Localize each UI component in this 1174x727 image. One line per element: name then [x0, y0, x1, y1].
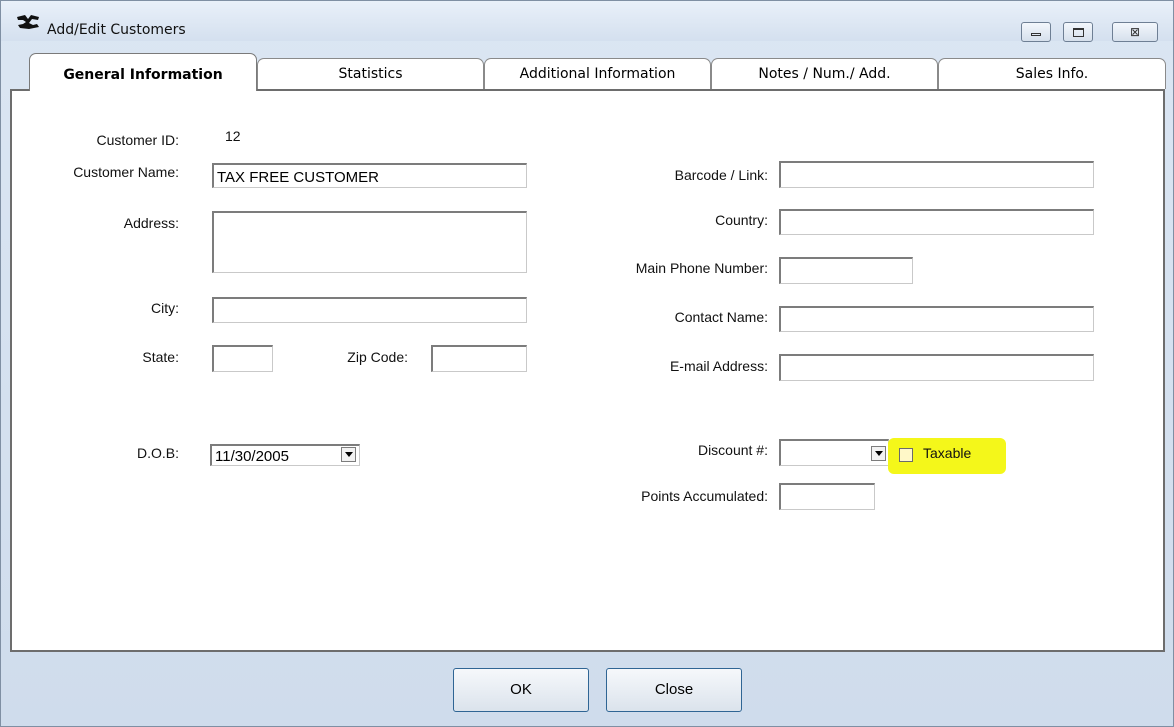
minimize-button[interactable] — [1021, 22, 1051, 42]
close-button[interactable]: Close — [606, 668, 742, 712]
dob-label: D.O.B: — [136, 445, 179, 461]
address-label: Address: — [123, 215, 179, 231]
address-input[interactable] — [212, 211, 527, 273]
barcode-link-input[interactable] — [779, 161, 1094, 188]
dob-value: 11/30/2005 — [215, 448, 289, 465]
discount-label: Discount #: — [697, 442, 768, 458]
app-logo-icon — [17, 15, 39, 29]
title-bar: Add/Edit Customers ⊠ — [1, 1, 1173, 42]
minimize-icon — [1031, 33, 1041, 36]
email-address-input[interactable] — [779, 354, 1094, 381]
dob-date-picker[interactable]: 11/30/2005 — [210, 444, 360, 466]
points-accumulated-label: Points Accumulated: — [641, 488, 768, 504]
customer-id-value: 12 — [225, 128, 241, 144]
tab-additional-information[interactable]: Additional Information — [484, 58, 711, 89]
zip-code-input[interactable] — [431, 345, 527, 372]
tab-notes-num-add-label: Notes / Num./ Add. — [758, 66, 891, 82]
barcode-link-label: Barcode / Link: — [674, 167, 768, 183]
email-address-label: E-mail Address: — [669, 358, 768, 374]
customer-id-label: Customer ID: — [96, 132, 179, 148]
ok-button[interactable]: OK — [453, 668, 589, 712]
state-input[interactable] — [212, 345, 273, 372]
zip-code-label: Zip Code: — [347, 349, 408, 365]
city-input[interactable] — [212, 297, 527, 323]
discount-dropdown-arrow-icon[interactable] — [871, 446, 886, 461]
city-label: City: — [151, 300, 179, 316]
maximize-button[interactable] — [1063, 22, 1093, 42]
customer-name-label: Customer Name: — [73, 164, 179, 180]
window-title: Add/Edit Customers — [47, 22, 186, 38]
tab-notes-num-add[interactable]: Notes / Num./ Add. — [711, 58, 938, 89]
customer-name-input[interactable]: TAX FREE CUSTOMER — [212, 163, 527, 188]
tab-statistics-label: Statistics — [338, 66, 403, 82]
tab-sales-info-label: Sales Info. — [1015, 66, 1089, 82]
main-phone-number-label: Main Phone Number: — [635, 260, 768, 276]
tab-general-information[interactable]: General Information — [29, 53, 257, 91]
general-information-panel: Customer ID: 12 Customer Name: TAX FREE … — [10, 89, 1165, 652]
contact-name-input[interactable] — [779, 306, 1094, 332]
main-phone-number-input[interactable] — [779, 257, 913, 284]
country-label: Country: — [715, 212, 768, 228]
maximize-icon — [1072, 27, 1084, 37]
close-window-button[interactable]: ⊠ — [1112, 22, 1158, 42]
close-icon: ⊠ — [1129, 25, 1141, 39]
country-input[interactable] — [779, 209, 1094, 235]
tab-additional-information-label: Additional Information — [519, 66, 676, 82]
taxable-label: Taxable — [923, 445, 972, 461]
dob-dropdown-arrow-icon[interactable] — [341, 447, 356, 462]
taxable-checkbox[interactable] — [899, 448, 913, 462]
tab-statistics[interactable]: Statistics — [257, 58, 484, 89]
points-accumulated-input[interactable] — [779, 483, 875, 510]
state-label: State: — [142, 349, 179, 365]
customer-editor-window: Add/Edit Customers ⊠ General Information… — [0, 0, 1174, 727]
tab-sales-info[interactable]: Sales Info. — [938, 58, 1166, 89]
contact-name-label: Contact Name: — [674, 309, 768, 325]
tab-general-information-label: General Information — [63, 67, 223, 83]
